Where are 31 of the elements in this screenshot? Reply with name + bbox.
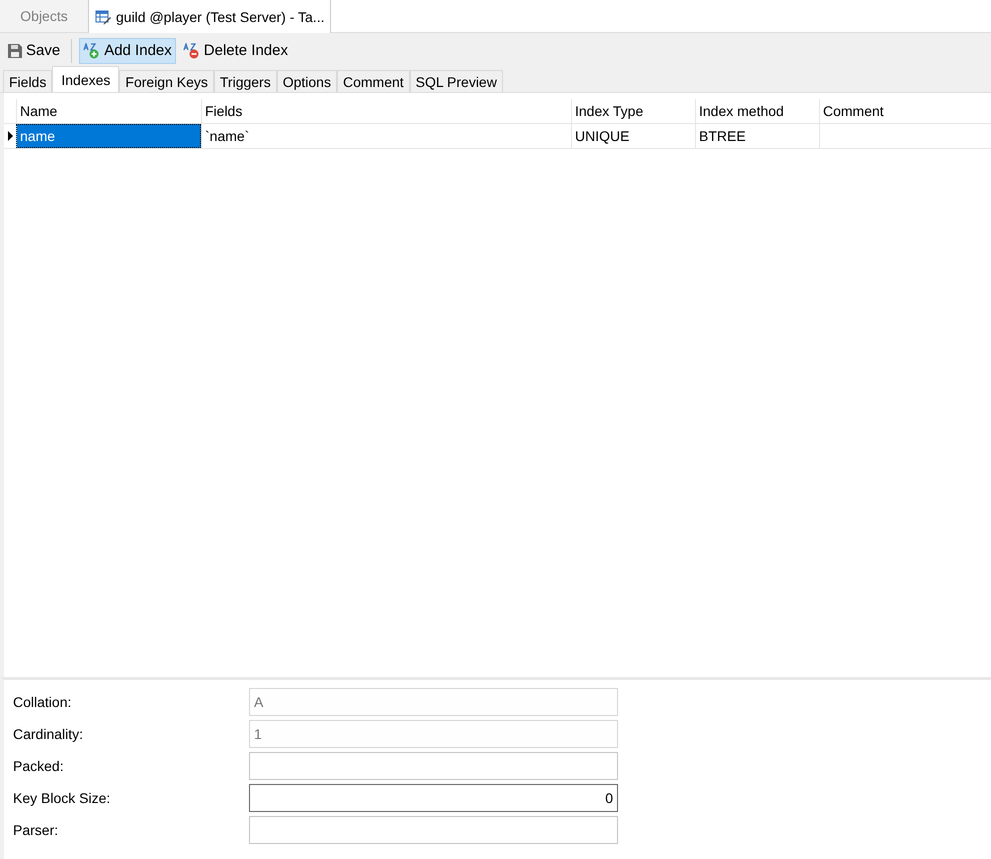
field-label: Cardinality: xyxy=(12,726,84,742)
column-header[interactable]: Index Type xyxy=(571,99,695,123)
table-cell[interactable]: `name` xyxy=(201,124,571,148)
window-tab[interactable]: Objects xyxy=(0,0,89,33)
tab[interactable]: SQL Preview xyxy=(410,70,503,92)
column-header[interactable]: Comment xyxy=(819,99,991,123)
input-field[interactable] xyxy=(249,752,618,780)
tab[interactable]: Fields xyxy=(3,70,52,92)
field-label: Parser: xyxy=(12,822,60,838)
input-field[interactable]: 0 xyxy=(249,784,618,812)
tab[interactable]: Triggers xyxy=(214,70,277,92)
tab[interactable]: Comment xyxy=(336,70,410,92)
sort-add-icon xyxy=(83,42,100,58)
toolbar-button[interactable]: Delete Index xyxy=(178,38,292,64)
column-header[interactable]: Index method xyxy=(695,99,819,123)
toolbar-button[interactable]: Add Index xyxy=(79,38,176,64)
table-cell[interactable]: BTREE xyxy=(695,124,819,148)
field-label: Key Block Size: xyxy=(12,790,112,806)
field-label: Packed: xyxy=(12,758,65,774)
table-edit-icon xyxy=(95,8,111,24)
field-label: Collation: xyxy=(12,694,72,710)
table-cell[interactable]: UNIQUE xyxy=(571,124,695,148)
tab[interactable]: Options xyxy=(276,70,337,92)
column-header[interactable]: Name xyxy=(16,99,201,123)
table-cell[interactable]: name xyxy=(16,124,201,148)
sort-remove-icon xyxy=(182,42,200,58)
column-header[interactable]: Fields xyxy=(201,99,571,123)
tab[interactable]: Indexes xyxy=(52,66,120,92)
toolbar-button[interactable]: Save xyxy=(4,38,64,64)
tab[interactable]: Foreign Keys xyxy=(119,70,214,92)
input-field[interactable] xyxy=(249,816,618,844)
